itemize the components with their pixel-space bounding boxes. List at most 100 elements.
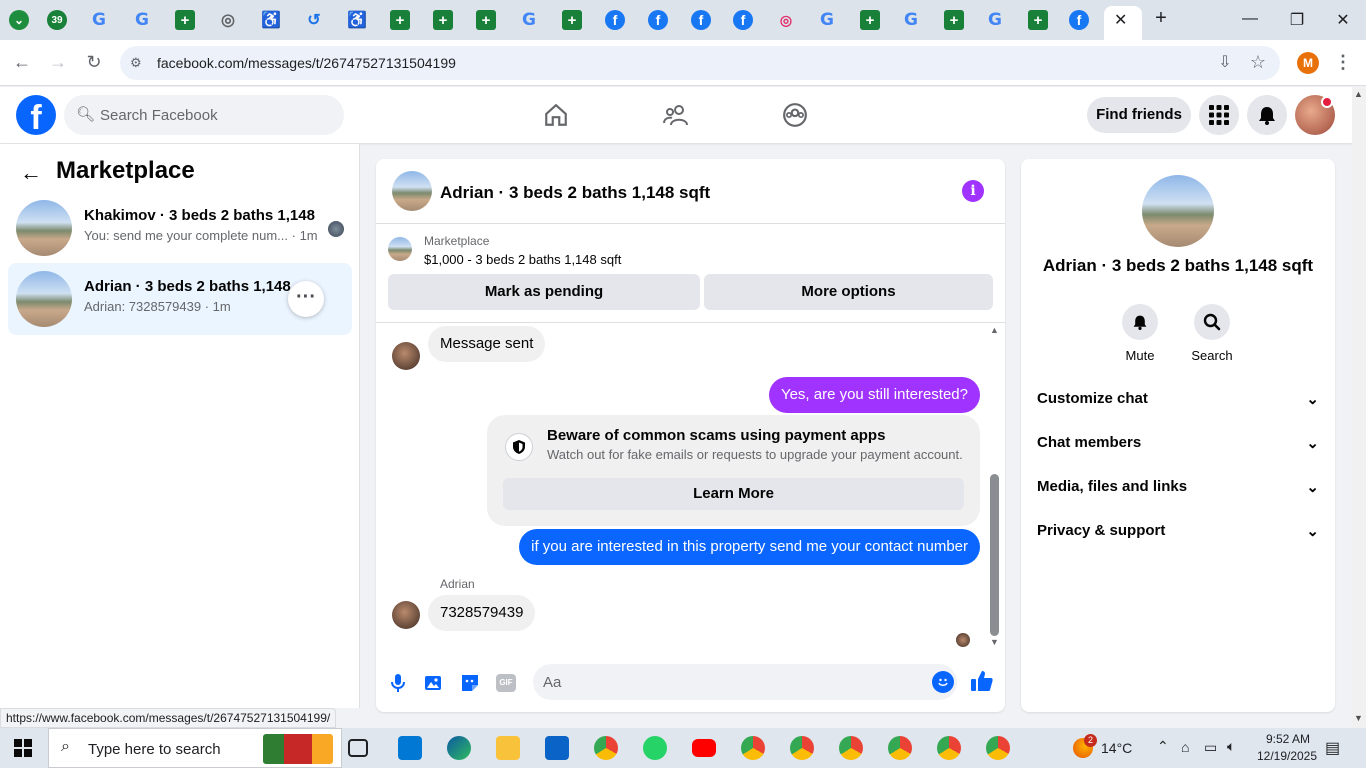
search-action[interactable]: Search (1182, 304, 1242, 363)
listing-price[interactable]: $1,000 - 3 beds 2 baths 1,148 sqft (424, 252, 621, 267)
install-app-icon[interactable]: ⇩ (1214, 52, 1236, 72)
new-tab-icon[interactable]: + (1151, 7, 1171, 30)
profile-avatar[interactable]: M (1297, 52, 1319, 74)
volume-icon[interactable]: 🔈︎ (1227, 738, 1235, 755)
taskbar-search-text[interactable]: Type here to search (88, 741, 221, 758)
tab-search-dropdown-icon[interactable]: ⌄ (9, 10, 29, 30)
chrome-profile-icon[interactable] (839, 736, 863, 760)
more-options-button[interactable]: More options (704, 274, 993, 310)
minimize-icon[interactable]: — (1240, 10, 1260, 28)
mute-action[interactable]: Mute (1110, 304, 1170, 363)
site-info-icon[interactable]: ⚙ (130, 55, 142, 71)
microphone-icon[interactable] (386, 671, 410, 695)
bookmark-star-icon[interactable]: ☆ (1247, 52, 1269, 73)
omnibox[interactable]: ⚙ facebook.com/messages/t/26747527131504… (120, 46, 1280, 80)
search-icon[interactable] (1194, 304, 1230, 340)
tab-sheets-icon[interactable]: + (562, 10, 582, 30)
menu-grid-icon[interactable] (1199, 95, 1239, 135)
weather-temperature[interactable]: 14°C (1101, 740, 1132, 756)
chrome-profile-icon[interactable] (888, 736, 912, 760)
clock-date[interactable]: 12/19/2025 (1251, 749, 1323, 763)
active-tab[interactable]: ✕ (1104, 6, 1142, 40)
chat-title[interactable]: Adrian · 3 beds 2 baths 1,148 sqft (440, 183, 710, 203)
tab-sheets-icon[interactable]: + (1028, 10, 1048, 30)
mark-as-pending-button[interactable]: Mark as pending (388, 274, 700, 310)
chat-thumbnail[interactable] (392, 171, 432, 211)
media-files-links-section[interactable]: Media, files and links ⌄ (1037, 468, 1319, 508)
tab-facebook-icon[interactable]: f (691, 10, 711, 30)
tab-group-badge[interactable]: 39 (47, 10, 67, 30)
search-highlight-icon[interactable] (263, 734, 333, 764)
photo-icon[interactable] (422, 671, 446, 695)
url-text[interactable]: facebook.com/messages/t/2674752713150419… (157, 55, 456, 71)
tab-sheets-icon[interactable]: + (860, 10, 880, 30)
whatsapp-icon[interactable] (643, 736, 667, 760)
scroll-down-icon[interactable]: ▼ (1354, 713, 1363, 723)
info-icon[interactable]: i (962, 180, 984, 202)
close-tab-icon[interactable]: ✕ (1114, 10, 1127, 30)
tab-google-icon[interactable]: G (817, 10, 837, 30)
chat-members-section[interactable]: Chat members ⌄ (1037, 424, 1319, 464)
tab-accessibility-icon[interactable]: ♿ (347, 10, 367, 30)
customize-chat-section[interactable]: Customize chat ⌄ (1037, 380, 1319, 420)
tab-facebook-icon[interactable]: f (733, 10, 753, 30)
tray-chevron-icon[interactable]: ⌃ (1157, 738, 1169, 755)
back-icon[interactable]: ← (11, 52, 33, 73)
page-scrollbar[interactable]: ▲ ▼ (1352, 87, 1366, 728)
home-icon[interactable] (540, 99, 572, 131)
search-input[interactable] (100, 95, 336, 135)
edge-icon[interactable] (447, 736, 471, 760)
chrome-profile-icon[interactable] (741, 736, 765, 760)
maximize-icon[interactable]: ❐ (1287, 10, 1307, 30)
tab-facebook-icon[interactable]: f (1069, 10, 1089, 30)
scroll-up-icon[interactable]: ▲ (1354, 89, 1363, 99)
tab-sheets-icon[interactable]: + (390, 10, 410, 30)
tab-sheets-icon[interactable]: + (175, 10, 195, 30)
microsoft-store-icon[interactable] (398, 736, 422, 760)
tab-accessibility-icon[interactable]: ♿ (261, 10, 281, 30)
task-view-icon[interactable] (348, 739, 368, 757)
scroll-down-icon[interactable]: ▼ (990, 637, 999, 647)
tab-google-icon[interactable]: G (985, 10, 1005, 30)
conversation-item[interactable]: Khakimov · 3 beds 2 baths 1,148 ... You:… (8, 192, 352, 264)
tab-facebook-icon[interactable]: f (605, 10, 625, 30)
back-arrow-icon[interactable]: ← (20, 160, 42, 186)
tab-sheets-icon[interactable]: + (476, 10, 496, 30)
youtube-icon[interactable] (692, 739, 716, 757)
groups-icon[interactable] (779, 99, 811, 131)
tab-google-icon[interactable]: G (132, 10, 152, 30)
scroll-up-icon[interactable]: ▲ (990, 325, 999, 335)
thumbs-up-icon[interactable] (970, 669, 994, 693)
close-window-icon[interactable]: ✕ (1333, 10, 1353, 30)
tab-facebook-icon[interactable]: f (648, 10, 668, 30)
tab-instagram-icon[interactable]: ◎ (776, 10, 796, 30)
outlook-icon[interactable] (545, 736, 569, 760)
chrome-profile-icon[interactable] (986, 736, 1010, 760)
tab-sheets-icon[interactable]: + (944, 10, 964, 30)
clock-time[interactable]: 9:52 AM (1258, 732, 1318, 746)
emoji-icon[interactable] (932, 671, 954, 693)
listing-thumbnail-large[interactable] (1142, 175, 1214, 247)
battery-icon[interactable]: ▭ (1204, 739, 1217, 756)
notification-center-icon[interactable]: ▤ (1325, 738, 1340, 758)
forward-icon[interactable]: → (47, 52, 69, 73)
tab-google-icon[interactable]: G (519, 10, 539, 30)
find-friends-button[interactable]: Find friends (1087, 97, 1191, 133)
bell-icon[interactable] (1122, 304, 1158, 340)
facebook-logo-icon[interactable]: f (16, 95, 56, 135)
facebook-search[interactable]: 🔍︎ (64, 95, 344, 135)
file-explorer-icon[interactable] (496, 736, 520, 760)
tab-google-icon[interactable]: G (89, 10, 109, 30)
message-input[interactable] (543, 664, 903, 700)
friends-icon[interactable] (660, 99, 692, 131)
chrome-icon[interactable] (594, 736, 618, 760)
browser-menu-icon[interactable]: ⋮ (1332, 52, 1354, 73)
privacy-support-section[interactable]: Privacy & support ⌄ (1037, 512, 1319, 552)
gif-icon[interactable]: GIF (494, 671, 518, 695)
tab-chrome-icon[interactable]: ◎ (218, 10, 238, 30)
notifications-bell-icon[interactable] (1247, 95, 1287, 135)
tab-google-icon[interactable]: G (901, 10, 921, 30)
chat-scrollbar[interactable] (990, 474, 999, 636)
sticker-icon[interactable] (458, 671, 482, 695)
chrome-profile-icon[interactable] (790, 736, 814, 760)
